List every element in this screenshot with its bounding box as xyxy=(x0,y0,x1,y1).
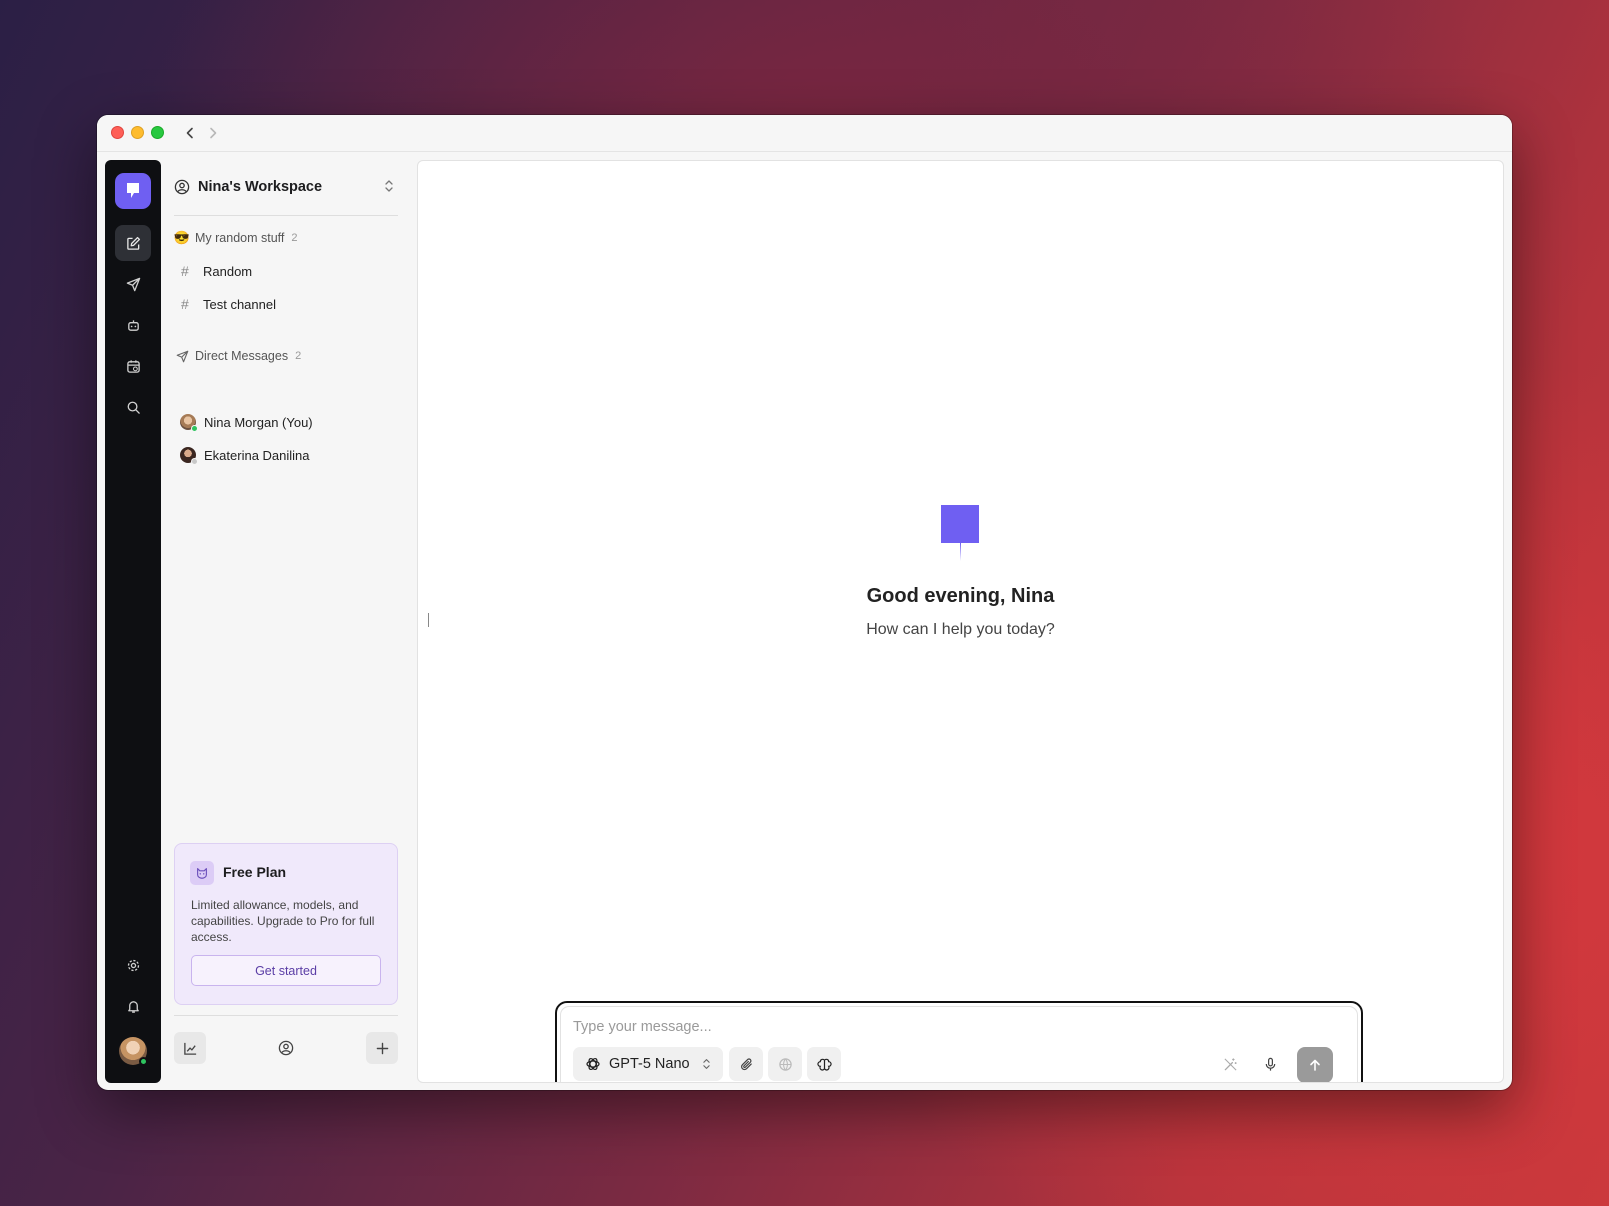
magic-wand-icon xyxy=(1224,1057,1237,1070)
zoom-window-button[interactable] xyxy=(151,126,164,139)
message-input[interactable] xyxy=(573,1019,1173,1035)
close-window-button[interactable] xyxy=(111,126,124,139)
analytics-button[interactable] xyxy=(174,1032,206,1064)
dm-item-nina-morgan[interactable]: Nina Morgan (You) xyxy=(180,409,313,435)
calendar-icon xyxy=(126,359,140,373)
dm-section-header[interactable]: Direct Messages 2 xyxy=(174,345,301,367)
app-logo-button[interactable] xyxy=(115,173,151,209)
bell-icon xyxy=(127,1000,139,1013)
enhance-prompt-button[interactable] xyxy=(1213,1047,1247,1081)
plan-title: Free Plan xyxy=(223,864,287,880)
compose-icon xyxy=(126,236,140,250)
search-icon xyxy=(127,401,140,414)
composer-inner: GPT-5 Nano xyxy=(560,1006,1358,1082)
sunglasses-emoji-icon: 😎 xyxy=(173,230,191,245)
app-window: Nina's Workspace 😎 My random stuff 2 # R… xyxy=(97,115,1512,1090)
main-panel: Good evening, Nina How can I help you to… xyxy=(417,160,1504,1083)
workspace-name: Nina's Workspace xyxy=(198,179,323,195)
app-logo-icon xyxy=(941,505,979,561)
bots-button[interactable] xyxy=(115,307,151,343)
channel-item-random[interactable]: # Random xyxy=(181,258,252,284)
chevron-up-down-icon xyxy=(385,180,393,192)
openai-icon xyxy=(586,1057,600,1071)
send-icon xyxy=(126,277,140,291)
offline-status-dot xyxy=(191,458,198,465)
mic-icon xyxy=(1265,1057,1275,1071)
globe-icon xyxy=(778,1057,792,1071)
attach-button[interactable] xyxy=(729,1047,763,1081)
channels-section-header[interactable]: 😎 My random stuff 2 xyxy=(174,227,298,249)
get-started-button[interactable]: Get started xyxy=(191,955,381,986)
voice-input-button[interactable] xyxy=(1253,1047,1287,1081)
avatar xyxy=(180,447,198,465)
settings-button[interactable] xyxy=(115,947,151,983)
channel-label: Test channel xyxy=(203,296,276,312)
dm-label: Nina Morgan (You) xyxy=(204,414,313,430)
forward-button[interactable] xyxy=(202,122,224,144)
section-count: 2 xyxy=(295,350,302,362)
calendar-button[interactable] xyxy=(115,348,151,384)
sidebar: Nina's Workspace 😎 My random stuff 2 # R… xyxy=(161,160,409,1083)
channel-item-test-channel[interactable]: # Test channel xyxy=(181,291,276,317)
divider xyxy=(174,1015,398,1016)
messages-button[interactable] xyxy=(115,266,151,302)
app-logo-icon xyxy=(127,183,139,198)
new-chat-button[interactable] xyxy=(115,225,151,261)
section-title: My random stuff xyxy=(195,231,285,245)
settings-icon xyxy=(127,959,139,971)
divider xyxy=(174,215,398,216)
greeting-subtitle: How can I help you today? xyxy=(866,621,1055,638)
brain-icon xyxy=(816,1058,832,1071)
send-button[interactable] xyxy=(1297,1047,1333,1082)
greeting-title: Good evening, Nina xyxy=(866,585,1055,607)
dm-label: Ekaterina Danilina xyxy=(204,447,310,463)
chevron-right-icon xyxy=(210,127,217,139)
minimize-window-button[interactable] xyxy=(131,126,144,139)
hash-icon: # xyxy=(181,263,189,279)
model-selector[interactable]: GPT-5 Nano xyxy=(573,1047,723,1081)
cat-icon xyxy=(190,861,214,885)
bot-icon xyxy=(127,319,139,331)
back-button[interactable] xyxy=(179,122,201,144)
web-search-button[interactable] xyxy=(768,1047,802,1081)
workspace-switcher[interactable]: Nina's Workspace xyxy=(174,167,394,207)
chart-line-icon xyxy=(183,1042,196,1055)
user-circle-icon xyxy=(174,179,190,195)
avatar xyxy=(180,414,198,432)
message-composer: GPT-5 Nano xyxy=(555,1001,1363,1082)
send-icon xyxy=(174,350,190,363)
model-label: GPT-5 Nano xyxy=(609,1056,690,1072)
arrow-up-icon xyxy=(1310,1059,1320,1071)
section-title: Direct Messages xyxy=(195,349,289,363)
search-button[interactable] xyxy=(115,389,151,425)
notifications-button[interactable] xyxy=(115,988,151,1024)
free-plan-card: Free Plan Limited allowance, models, and… xyxy=(174,843,398,1005)
paperclip-icon xyxy=(740,1057,752,1070)
plus-icon xyxy=(376,1042,388,1054)
add-button[interactable] xyxy=(366,1032,398,1064)
chevron-up-down-icon xyxy=(703,1059,710,1069)
dm-item-ekaterina-danilina[interactable]: Ekaterina Danilina xyxy=(180,442,310,468)
channel-label: Random xyxy=(203,263,253,279)
section-count: 2 xyxy=(291,232,298,244)
online-status-dot xyxy=(191,425,198,432)
hash-icon: # xyxy=(181,296,189,312)
profile-button[interactable] xyxy=(270,1032,302,1064)
online-status-dot xyxy=(139,1057,148,1066)
icon-rail xyxy=(105,160,161,1083)
user-circle-icon xyxy=(278,1040,294,1056)
plan-description: Limited allowance, models, and capabilit… xyxy=(191,898,375,944)
title-bar xyxy=(97,115,1512,152)
reasoning-button[interactable] xyxy=(807,1047,841,1081)
chevron-left-icon xyxy=(186,127,193,139)
